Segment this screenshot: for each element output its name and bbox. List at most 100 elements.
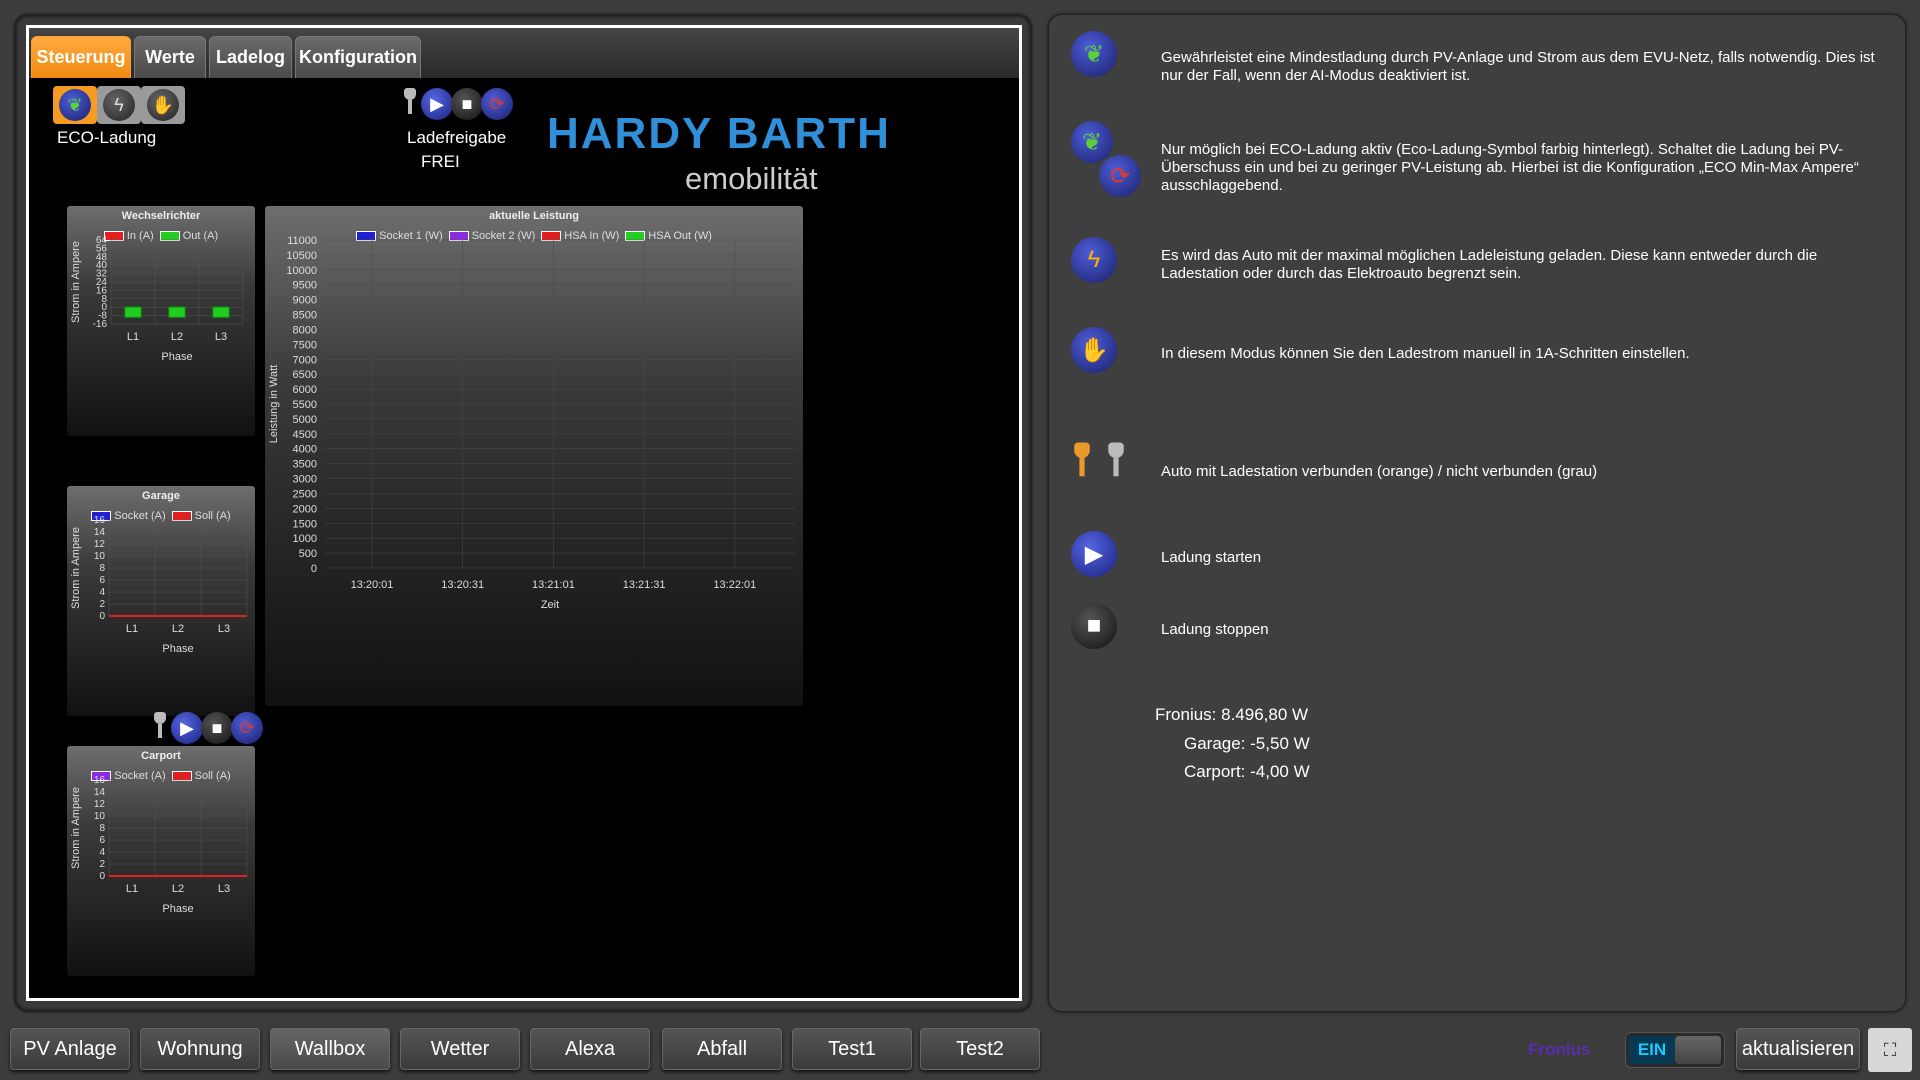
y-tick-label: 11000 [287,235,317,247]
inverter-chart: Wechselrichter In (A) Out (A) 64 56 48 40 32… [67,206,255,436]
help-stop-text: Ladung stoppen [1161,621,1269,638]
fronius-power: Fronius: 8.496,80 W [1155,705,1309,724]
inverter-chart-svg: 6456484032241680-8-16L1 L2 L3PhaseStrom in… [70,235,244,363]
x-axis-label: Phase [162,643,193,655]
help-manual-text: In diesem Modus können Sie den Ladestrom… [1161,345,1690,362]
x-tick-label: L2 [171,331,183,343]
nav-abfall[interactable]: Abfall [662,1028,782,1070]
y-tick-label: 6 [99,575,105,586]
y-tick-label: 8500 [293,310,317,322]
lightning-icon: ϟ [103,89,135,121]
y-tick-label: 6500 [293,369,317,381]
y-tick-label: 14 [94,527,106,538]
y-tick-label: 10 [94,551,106,562]
x-tick-label: 13:21:31 [623,579,666,591]
carport-chart: Carport Socket (A) Soll (A) 16 14 12 10 8 6 4 2… [67,746,255,976]
stop-icon: ■ [1071,603,1117,649]
x-tick-label: L1 [126,623,138,635]
tab-werte[interactable]: Werte [134,36,206,78]
garage-chart: Garage Socket (A) Soll (A) 16 14 12 10 8 6 4 2 0… [67,486,255,716]
emobilitaet-logo: emobilität [685,161,818,196]
x-tick-label: 13:21:01 [532,579,575,591]
plug-disconnected-icon [1107,442,1125,482]
fronius-label: Fronius [1528,1040,1591,1059]
y-tick-label: 2 [99,859,105,870]
y-tick-label: 0 [99,871,105,882]
fullscreen-button[interactable]: ⛶ [1868,1028,1912,1072]
hand-icon: ✋ [147,89,179,121]
nav-test2[interactable]: Test2 [920,1028,1040,1070]
nav-test1[interactable]: Test1 [792,1028,912,1070]
y-tick-label: 500 [299,548,317,560]
y-tick-label: 2500 [293,488,317,500]
nav-wohnung[interactable]: Wohnung [140,1028,260,1070]
stop-charge-button[interactable]: ■ [451,88,483,120]
lightning-icon: ϟ [1071,237,1117,283]
help-eco-text: Gewährleistet eine Mindestladung durch P… [1161,49,1875,84]
bar-mark [212,306,230,318]
y-tick-label: 12 [94,799,106,810]
y-tick-label: 4 [99,847,105,858]
charge-release-label: Ladefreigabe [407,128,507,147]
y-axis-label: Strom in Ampere [70,527,82,609]
help-panel: ❦ Gewährleistet eine Mindestladung durch… [1048,14,1906,1012]
y-tick-label: 4000 [293,444,317,456]
tab-ladelog[interactable]: Ladelog [209,36,292,78]
x-axis-label: Phase [162,903,193,915]
x-tick-label: L1 [127,331,139,343]
y-tick-label: 1000 [293,533,317,545]
x-tick-label: L3 [218,883,230,895]
help-plug-text: Auto mit Ladestation verbunden (orange) … [1161,463,1598,480]
x-tick-label: L2 [172,623,184,635]
y-axis-label: Leistung in Watt [268,365,280,443]
hand-icon: ✋ [1071,327,1117,373]
nav-alexa[interactable]: Alexa [530,1028,650,1070]
eco-mode-button[interactable]: ❦ [53,86,97,124]
nav-wetter[interactable]: Wetter [400,1028,520,1070]
bar-mark [168,306,186,318]
carport-stop-button[interactable]: ■ [201,712,233,744]
x-tick-label: L1 [126,883,138,895]
y-tick-label: 10 [94,811,106,822]
x-tick-label: L2 [172,883,184,895]
y-tick-label: 2 [99,599,105,610]
bottom-navigation: PV Anlage Wohnung Wallbox Wetter Alexa A… [0,1024,1920,1080]
power-chart: aktuelle Leistung Socket 1 (W) Socket 2 … [265,206,803,706]
y-axis-label: Strom in Ampere [70,787,82,869]
fullscreen-icon: ⛶ [1883,1039,1897,1060]
y-tick-label: 9500 [293,280,317,292]
sync-button[interactable]: ⟳ [481,88,513,120]
mode-label: ECO-Ladung [57,128,157,147]
refresh-button[interactable]: aktualisieren [1736,1028,1860,1070]
y-tick-label: 3500 [293,459,317,471]
play-icon: ▶ [1071,531,1117,577]
nav-wallbox[interactable]: Wallbox [270,1028,390,1070]
y-tick-label: 14 [94,787,106,798]
y-tick-label: 0 [99,611,105,622]
x-tick-label: 13:20:31 [441,579,484,591]
x-tick-label: 13:20:01 [351,579,394,591]
carport-power: Carport: -4,00 W [1184,762,1310,781]
start-charge-button[interactable]: ▶ [421,88,453,120]
y-tick-label: 4 [99,587,105,598]
bar-mark [124,306,142,318]
y-tick-label: 7500 [293,339,317,351]
tab-steuerung[interactable]: Steuerung [31,36,131,78]
toggle-on-label: EIN [1629,1036,1675,1064]
tab-konfiguration[interactable]: Konfiguration [295,36,421,78]
carport-start-button[interactable]: ▶ [171,712,203,744]
quick-mode-button[interactable]: ϟ [97,86,141,124]
power-chart-svg: 1100010500100009500900085008000750070006… [268,235,795,611]
power-toggle[interactable]: EIN [1625,1032,1725,1068]
y-tick-label: 3000 [293,474,317,486]
carport-sync-button[interactable]: ⟳ [231,712,263,744]
sync-icon: ⟳ [1099,155,1141,197]
x-tick-label: L3 [218,623,230,635]
manual-mode-button[interactable]: ✋ [141,86,185,124]
nav-pv-anlage[interactable]: PV Anlage [10,1028,130,1070]
x-tick-label: 13:22:01 [713,579,756,591]
plug-disconnected-icon [403,88,417,118]
x-axis-label: Zeit [541,599,559,611]
y-tick-label: 16 [94,775,106,786]
x-tick-label: L3 [215,331,227,343]
